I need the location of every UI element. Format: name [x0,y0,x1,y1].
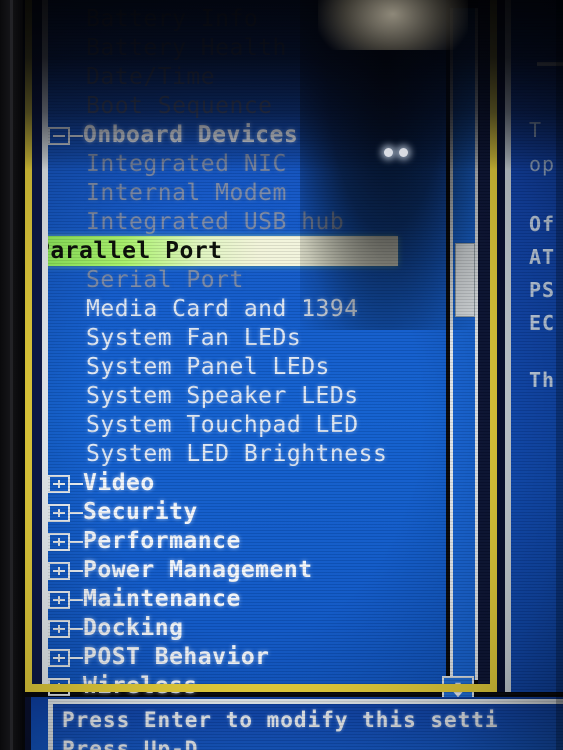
tree-connector [70,656,83,659]
menu-item-power-management[interactable]: Power Management [48,556,448,585]
menu-item-system-fan-leds[interactable]: System Fan LEDs [48,324,448,353]
menu-scrollbar-thumb[interactable] [455,243,475,318]
selected-row-label: Parallel Port [36,238,223,264]
pane-gap [478,0,490,692]
tree-connector [70,627,83,630]
menu-item-internal-modem[interactable]: Internal Modem [48,179,448,208]
menu-item-label: Battery Health [86,35,287,61]
icon-stroke-vertical [58,595,60,604]
menu-item-system-speaker-leds[interactable]: System Speaker LEDs [48,382,448,411]
keyboard-help-border-top [48,699,563,704]
tree-connector [70,134,83,137]
option-help-text-line: op [529,152,556,176]
menu-item-label: Battery Info [86,6,259,32]
menu-item-label: Boot Sequence [86,93,273,119]
menu-item-label: Onboard Devices [83,122,299,148]
expand-plus-icon[interactable] [48,561,70,580]
menu-item-label: System Speaker LEDs [86,383,359,409]
option-help-text-line: Of [529,212,556,236]
expand-plus-icon[interactable] [48,503,70,522]
expand-plus-icon[interactable] [48,648,70,667]
reflection-dot-left [384,148,393,157]
menu-item-video[interactable]: Video [48,469,448,498]
option-help-text-line: EC [529,311,556,335]
menu-item-label: Video [83,470,155,496]
menu-item-onboard-devices[interactable]: Onboard Devices [48,121,448,150]
menu-item-label: System Panel LEDs [86,354,330,380]
menu-item-label: Internal Modem [86,180,287,206]
menu-item-maintenance[interactable]: Maintenance [48,585,448,614]
photo-right-edge-shade [556,0,563,750]
menu-item-boot-sequence[interactable]: Boot Sequence [48,92,448,121]
menu-item-label: Integrated USB hub [86,209,345,235]
menu-item-system-led-brightness[interactable]: System LED Brightness [48,440,448,469]
icon-stroke-vertical [58,624,60,633]
tree-connector [70,511,83,514]
menu-item-label: Serial Port [86,267,244,293]
help-line-2: Press Up-D [62,737,199,750]
help-line-1: Press Enter to modify this setti [62,708,499,732]
menu-item-label: Integrated NIC [86,151,287,177]
menu-item-label: System Touchpad LED [86,412,359,438]
menu-item-integrated-usb-hub[interactable]: Integrated USB hub [48,208,448,237]
menu-item-serial-port[interactable]: Serial Port [48,266,448,295]
icon-stroke-vertical [58,508,60,517]
window-border-yellow-left [25,0,32,692]
expand-plus-icon[interactable] [48,532,70,551]
menu-item-label: Docking [83,615,184,641]
reflection-dot-right [399,148,408,157]
menu-item-label: System Fan LEDs [86,325,302,351]
menu-item-system-touchpad-led[interactable]: System Touchpad LED [48,411,448,440]
bios-menu-list[interactable]: Battery Info Battery Health Date/Time Boot … [48,0,448,698]
icon-stroke-vertical [58,566,60,575]
menu-item-date-time[interactable]: Date/Time [48,63,448,92]
expand-plus-icon[interactable] [48,619,70,638]
option-help-text-line: AT [529,245,556,269]
tree-connector [70,569,83,572]
tree-connector [70,540,83,543]
collapse-minus-icon[interactable] [48,126,70,145]
menu-item-docking[interactable]: Docking [48,614,448,643]
option-help-text-line: Th [529,368,556,392]
menu-item-label: Maintenance [83,586,241,612]
window-border-yellow-right [490,0,497,692]
icon-stroke-vertical [58,537,60,546]
menu-item-security[interactable]: Security [48,498,448,527]
menu-item-battery-health[interactable]: Battery Health [48,34,448,63]
menu-item-battery-info[interactable]: Battery Info [48,5,448,34]
window-border-navy-left [32,0,42,692]
option-help-text-line: PS [529,278,556,302]
menu-item-label: System LED Brightness [86,441,388,467]
menu-item-label: POST Behavior [83,644,270,670]
menu-item-performance[interactable]: Performance [48,527,448,556]
option-help-text-line: T [529,118,543,142]
menu-item-label: Media Card and 1394 [86,296,359,322]
monitor-bezel-highlight [10,0,13,750]
menu-scrollbar-track[interactable] [450,8,478,680]
tree-connector [70,598,83,601]
menu-item-system-panel-leds[interactable]: System Panel LEDs [48,353,448,382]
window-border-white-right [505,0,511,692]
menu-item-post-behavior[interactable]: POST Behavior [48,643,448,672]
window-border-navy-right [497,0,505,692]
icon-stroke-vertical [58,479,60,488]
menu-item-label: Power Management [83,557,313,583]
window-border-yellow-bottom [25,684,497,692]
expand-plus-icon[interactable] [48,590,70,609]
tree-connector [70,482,83,485]
expand-plus-icon[interactable] [48,474,70,493]
keyboard-help-border-left [48,699,53,750]
window-border-white-left [42,0,48,692]
menu-item-label: Performance [83,528,241,554]
menu-item-label: Date/Time [86,64,216,90]
icon-stroke-vertical [58,653,60,662]
bios-setup-screen: Battery Info Battery Health Date/Time Boot … [0,0,563,750]
menu-item-media-card-and-1394[interactable]: Media Card and 1394 [48,295,448,324]
icon-stroke-horizontal [53,134,65,137]
menu-item-label: Security [83,499,198,525]
